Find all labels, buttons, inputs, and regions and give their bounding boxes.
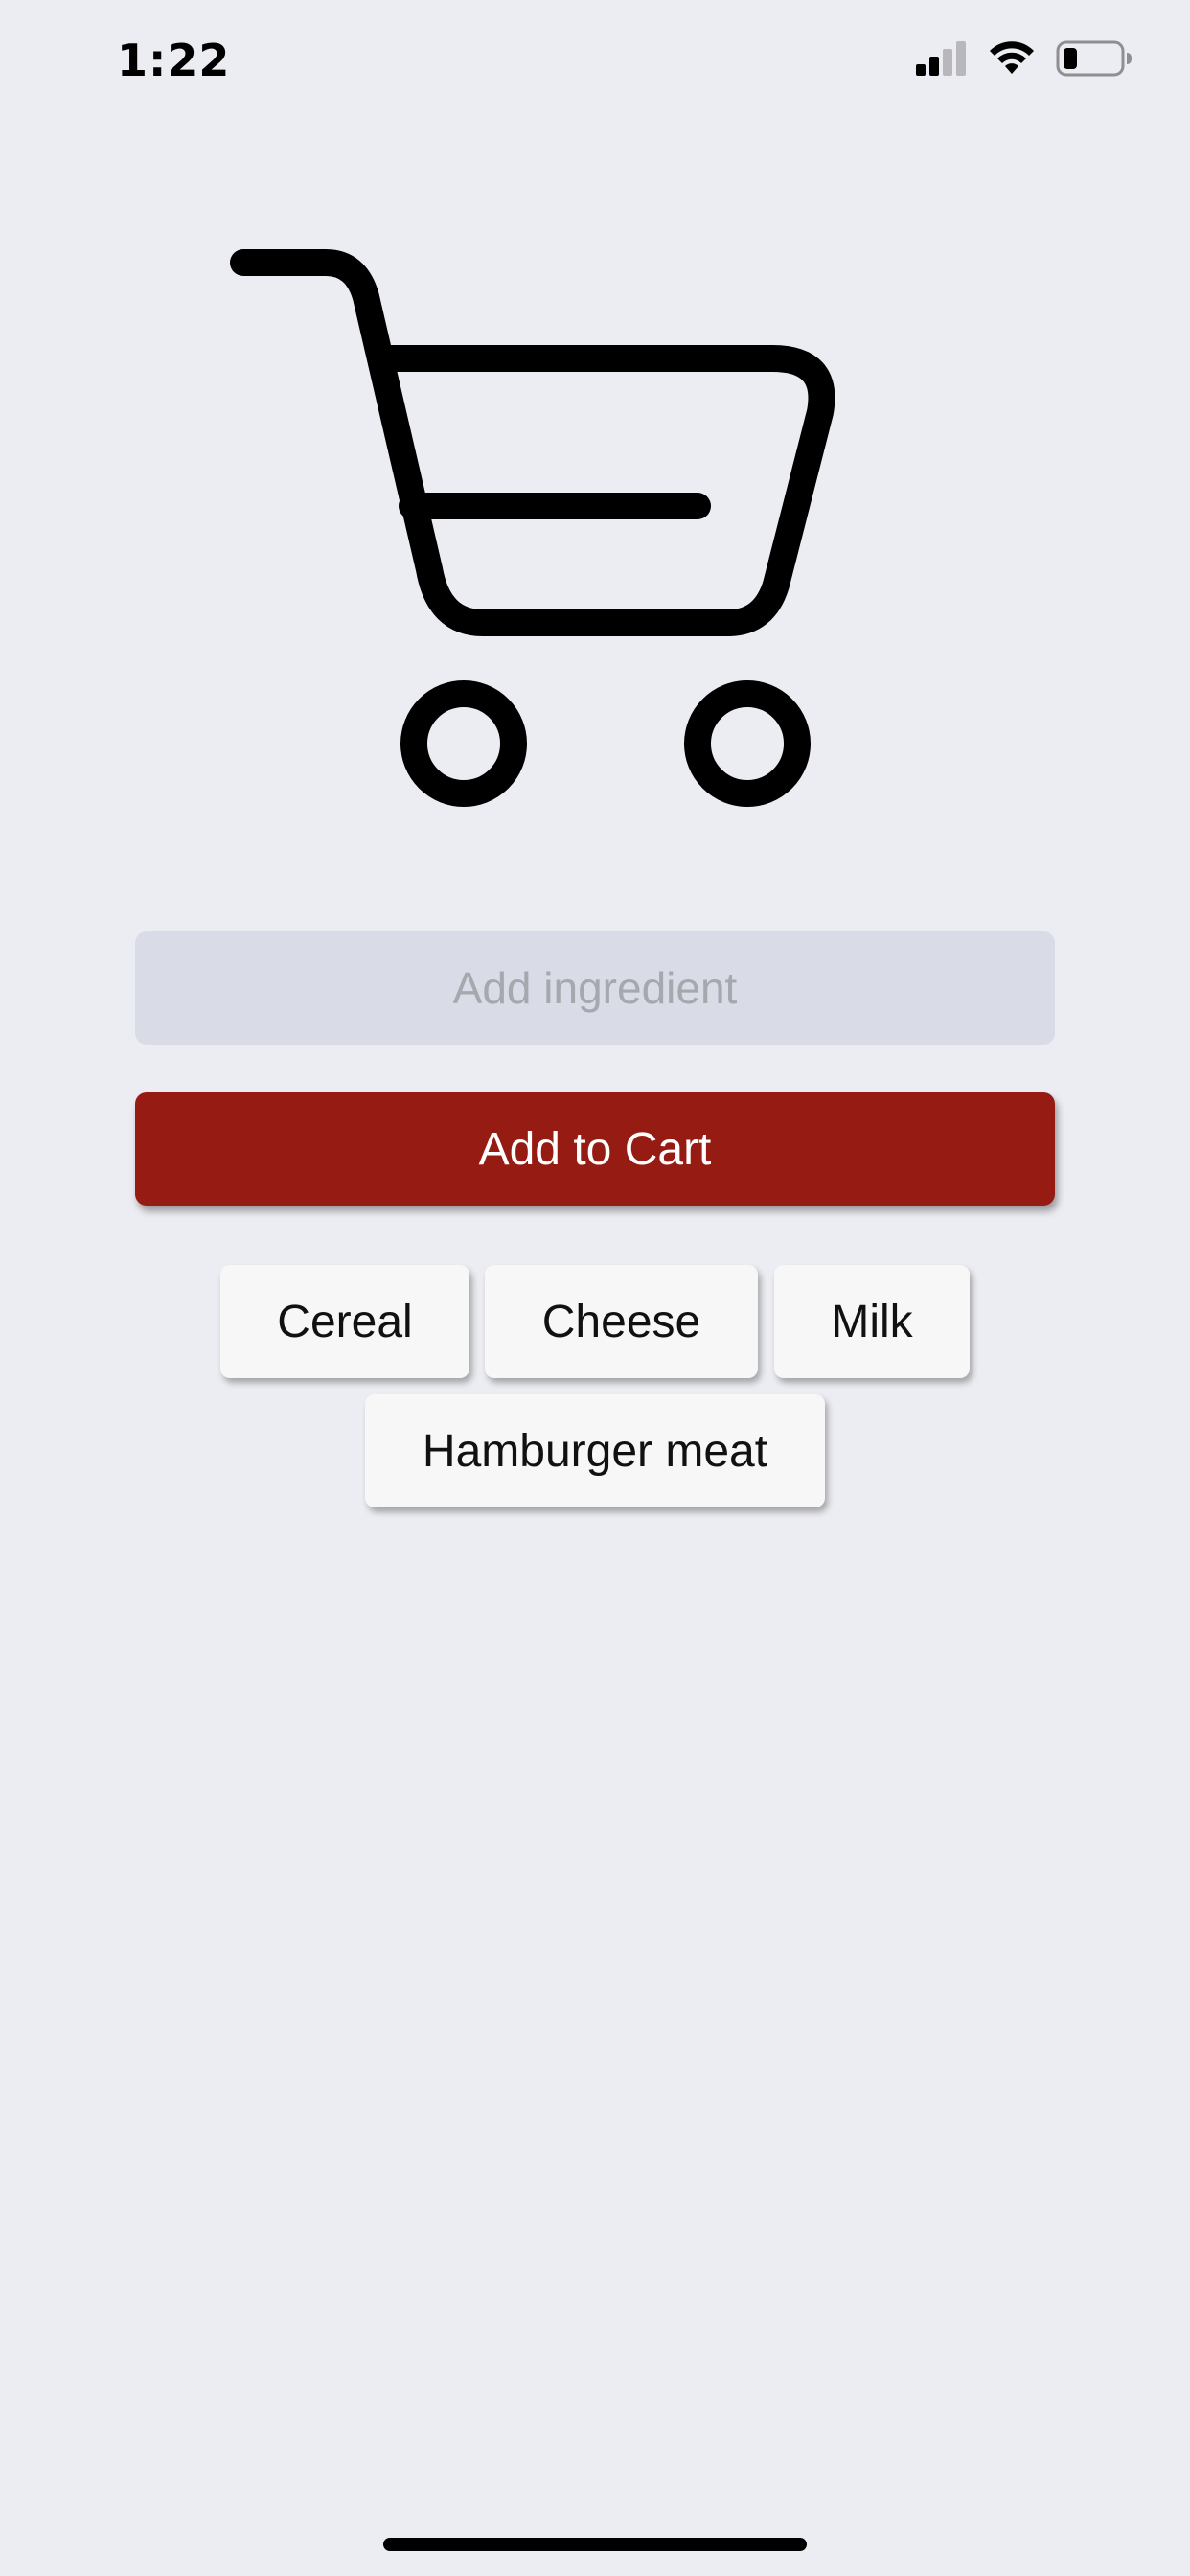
wifi-icon bbox=[989, 41, 1035, 80]
status-bar: 1:22 bbox=[0, 0, 1190, 134]
status-icons bbox=[914, 40, 1133, 81]
ingredient-input[interactable] bbox=[135, 932, 1055, 1045]
battery-icon bbox=[1056, 40, 1133, 81]
cellular-signal-icon bbox=[914, 41, 968, 80]
suggestion-chip-milk[interactable]: Milk bbox=[774, 1265, 970, 1378]
suggestion-chip-cereal[interactable]: Cereal bbox=[220, 1265, 469, 1378]
add-to-cart-button[interactable]: Add to Cart bbox=[135, 1092, 1055, 1206]
home-indicator[interactable] bbox=[383, 2538, 807, 2551]
shopping-cart-icon bbox=[230, 240, 843, 815]
status-time: 1:22 bbox=[117, 34, 231, 86]
suggestion-chip-cheese[interactable]: Cheese bbox=[485, 1265, 758, 1378]
suggestion-chip-hamburger-meat[interactable]: Hamburger meat bbox=[365, 1394, 825, 1507]
